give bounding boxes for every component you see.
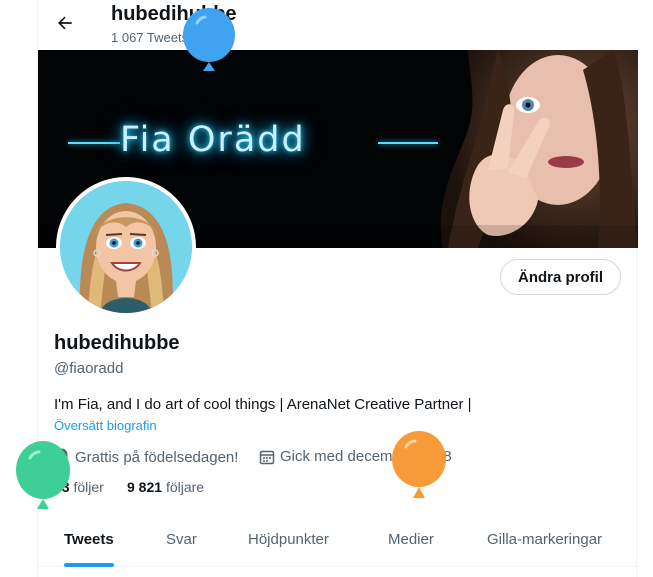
translate-bio-link[interactable]: Översätt biografin — [54, 418, 157, 433]
followers-label: följare — [165, 479, 205, 495]
following-label: följer — [73, 479, 104, 495]
joined-info: Gick med december 2018 — [259, 448, 452, 465]
tab-label: Höjdpunkter — [248, 531, 329, 548]
active-tab-indicator — [64, 563, 114, 567]
back-button[interactable] — [50, 8, 80, 38]
profile-column: hubedihubbe 1 067 Tweets Fia Orädd Ändra… — [37, 0, 638, 577]
tab-label: Gilla-markeringar — [487, 531, 603, 548]
tweet-count: 1 067 Tweets — [111, 30, 189, 45]
header-name: hubedihubbe — [111, 3, 237, 25]
calendar-icon — [259, 450, 275, 464]
tab-replies[interactable]: Svar — [166, 514, 197, 567]
tab-label: Tweets — [64, 531, 114, 548]
tab-label: Svar — [166, 531, 197, 548]
birthday-text: Grattis på födelsedagen! — [75, 448, 239, 466]
profile-handle: @fiaoradd — [54, 360, 124, 377]
profile-name: hubedihubbe — [54, 332, 180, 354]
balloon-icon — [56, 448, 68, 464]
tab-label: Medier — [388, 531, 434, 548]
followers-count: 9 821 — [127, 479, 163, 495]
avatar[interactable] — [56, 177, 196, 317]
profile-bio: I'm Fia, and I do art of cool things | A… — [54, 396, 472, 413]
birthday-info: Grattis på födelsedagen! — [54, 448, 238, 466]
edit-profile-button[interactable]: Ändra profil — [500, 259, 621, 295]
profile-tabs: Tweets Svar Höjdpunkter Medier Gilla-mar… — [38, 514, 638, 567]
profile-header: hubedihubbe 1 067 Tweets — [38, 0, 638, 50]
joined-text: Gick med december 2018 — [280, 448, 452, 465]
following-link[interactable]: 73 följer — [54, 479, 104, 495]
tab-highlights[interactable]: Höjdpunkter — [248, 514, 329, 567]
neon-line-left — [68, 142, 120, 144]
following-count: 73 — [54, 479, 70, 495]
neon-line-right — [378, 142, 438, 144]
avatar-illustration — [60, 181, 192, 313]
tab-likes[interactable]: Gilla-markeringar — [487, 514, 602, 567]
tab-tweets[interactable]: Tweets — [64, 514, 114, 567]
tab-media[interactable]: Medier — [388, 514, 434, 567]
banner-title: Fia Orädd — [120, 120, 306, 160]
followers-link[interactable]: 9 821 följare — [127, 479, 204, 495]
arrow-left-icon — [58, 16, 72, 30]
